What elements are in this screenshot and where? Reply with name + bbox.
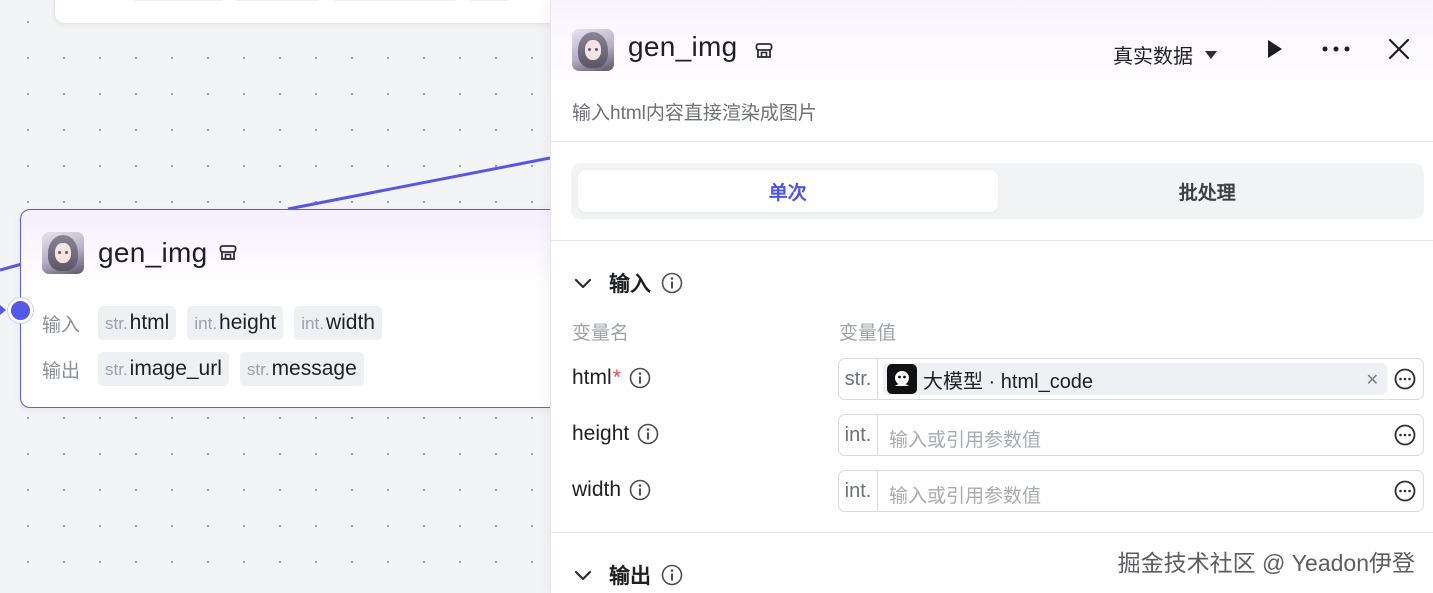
edge-arrow-icon: [0, 305, 6, 315]
info-icon[interactable]: [629, 367, 651, 389]
node-title: gen_img: [98, 237, 208, 268]
play-icon: [1268, 40, 1282, 58]
info-icon[interactable]: [637, 423, 659, 445]
height-value-field[interactable]: int. 输入或引用参数值: [838, 414, 1424, 456]
panel-title[interactable]: gen_img: [628, 31, 738, 63]
tab-single[interactable]: 单次: [578, 170, 998, 212]
output-section-header[interactable]: 输出: [573, 560, 683, 590]
node-config-panel: gen_img 真实数据 输入html内容直接渲染成图片 单次 批处理 输入 变…: [550, 0, 1433, 593]
upstream-node-card[interactable]: [54, 0, 550, 24]
node-output-label: 输出: [42, 360, 81, 382]
param-row-width: width int. 输入或引用参数值: [551, 470, 1433, 512]
close-icon: [1388, 38, 1410, 60]
plugin-store-icon: [219, 245, 236, 260]
divider: [551, 240, 1433, 241]
watermark: 掘金技术社区 @ Yeadon伊登: [1117, 550, 1415, 576]
divider: [551, 532, 1433, 533]
input-section-header[interactable]: 输入: [573, 268, 683, 298]
more-dots-icon: [1322, 46, 1350, 52]
upstream-tag-stub: [235, 0, 319, 1]
close-button[interactable]: [1384, 34, 1414, 64]
node-input-tag: str. html: [98, 306, 177, 340]
param-name: height: [572, 422, 659, 446]
data-mode-label: 真实数据: [1113, 46, 1193, 68]
info-icon[interactable]: [629, 479, 651, 501]
param-name: html *: [572, 366, 651, 390]
node-input-label: 输入: [42, 314, 81, 336]
column-header-value: 变量值: [839, 323, 897, 344]
variable-select-icon[interactable]: [1394, 424, 1416, 446]
width-value-field[interactable]: int. 输入或引用参数值: [838, 470, 1424, 512]
node-output-tag: str. image_url: [98, 352, 229, 386]
upstream-tag-stub: [333, 0, 457, 1]
param-name: width: [572, 478, 651, 502]
param-type: int.: [839, 471, 878, 511]
node-input-port[interactable]: [8, 298, 33, 323]
node-header: gen_img: [42, 232, 238, 274]
llm-node-icon: [887, 364, 917, 394]
data-mode-dropdown[interactable]: 真实数据: [1113, 40, 1217, 69]
upstream-tag-stub: [133, 0, 223, 1]
panel-header: gen_img 真实数据 输入html内容直接渲染成图片: [551, 0, 1433, 142]
node-input-tag: int. height: [187, 306, 284, 340]
param-row-html: html * str. 大模型 · html_code ✕: [551, 358, 1433, 400]
info-icon[interactable]: [661, 272, 683, 294]
chevron-down-icon: [574, 278, 592, 289]
node-input-tag: int. width: [294, 306, 382, 340]
node-output-row: 输出 str. image_url str. message: [42, 352, 375, 386]
reference-text: 大模型 · html_code: [923, 370, 1094, 393]
plugin-avatar: [42, 232, 84, 274]
plugin-avatar: [572, 29, 614, 71]
tab-batch[interactable]: 批处理: [998, 170, 1418, 212]
run-mode-tabs: 单次 批处理: [571, 163, 1424, 219]
upstream-tag-stub: [469, 0, 509, 1]
variable-select-icon[interactable]: [1394, 480, 1416, 502]
input-placeholder: 输入或引用参数值: [889, 430, 1042, 451]
input-section-title: 输入: [609, 273, 651, 296]
gen-img-node[interactable]: gen_img 输入 str. html int. height int. width…: [20, 209, 550, 408]
run-button[interactable]: [1259, 34, 1289, 64]
variable-select-icon[interactable]: [1394, 368, 1416, 390]
node-input-row: 输入 str. html int. height int. width: [42, 306, 393, 340]
output-section-title: 输出: [609, 565, 651, 588]
html-value-field[interactable]: str. 大模型 · html_code ✕: [838, 358, 1424, 400]
param-type: str.: [839, 359, 878, 399]
required-marker: *: [612, 366, 621, 389]
plugin-store-icon: [755, 43, 773, 58]
param-row-height: height int. 输入或引用参数值: [551, 414, 1433, 456]
caret-down-icon: [1205, 50, 1217, 59]
column-header-name: 变量名: [572, 323, 630, 344]
variable-reference-chip[interactable]: 大模型 · html_code ✕: [883, 363, 1387, 395]
param-type: int.: [839, 415, 878, 455]
input-placeholder: 输入或引用参数值: [889, 486, 1042, 507]
clear-reference-icon[interactable]: ✕: [1366, 370, 1379, 390]
chevron-down-icon: [574, 570, 592, 581]
more-button[interactable]: [1321, 34, 1351, 64]
workflow-canvas[interactable]: gen_img 输入 str. html int. height int. width…: [0, 0, 550, 593]
info-icon[interactable]: [661, 564, 683, 586]
panel-description: 输入html内容直接渲染成图片: [572, 103, 817, 124]
node-output-tag: str. message: [239, 352, 364, 386]
